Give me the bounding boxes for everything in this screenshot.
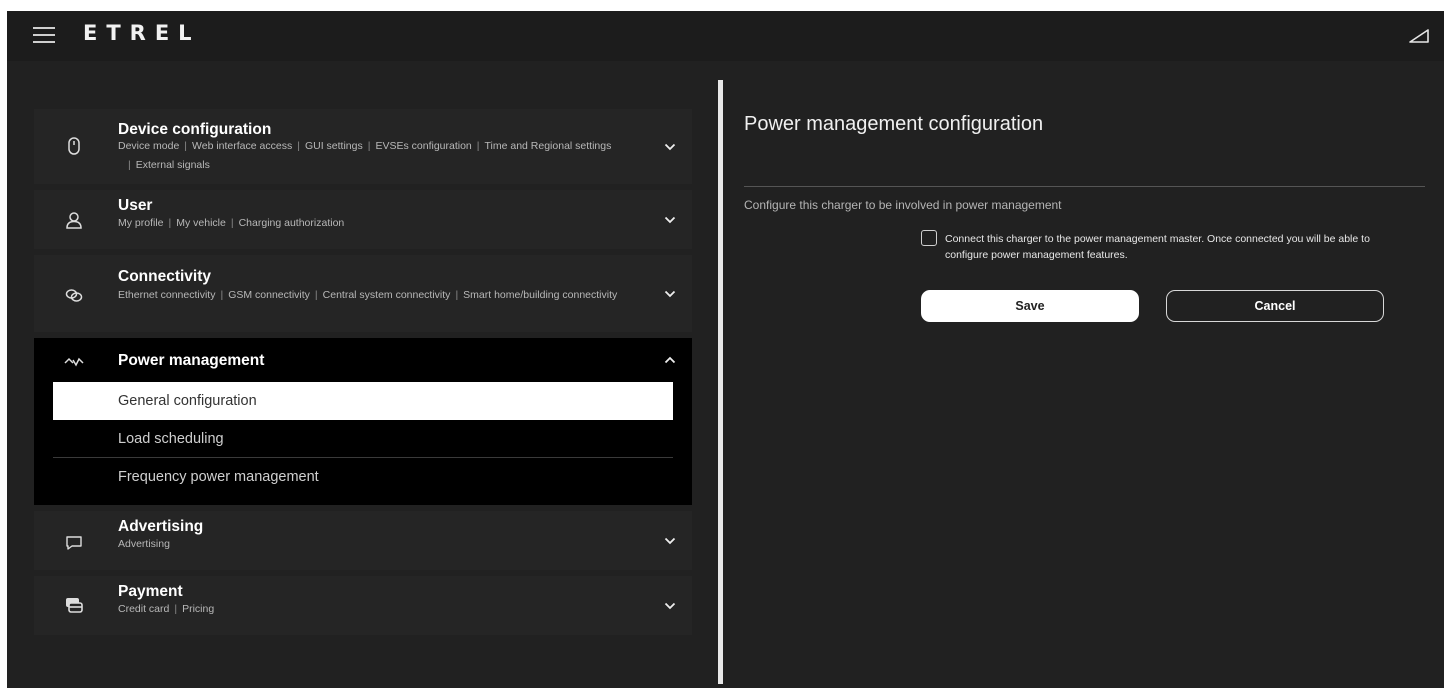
subitem-gsm-connectivity[interactable]: GSM connectivity xyxy=(228,289,310,301)
menu-item-frequency-power-management[interactable]: Frequency power management xyxy=(53,458,673,496)
subitem-time-regional-settings[interactable]: Time and Regional settings xyxy=(485,140,612,152)
top-bar: ETREL xyxy=(7,11,1444,61)
save-button[interactable]: Save xyxy=(921,290,1139,322)
title-divider xyxy=(744,186,1425,187)
section-title: User xyxy=(118,197,153,214)
power-wave-icon xyxy=(64,357,84,367)
subitem-my-vehicle[interactable]: My vehicle xyxy=(176,217,226,229)
menu-section-user[interactable]: User My profile | My vehicle | Charging auth… xyxy=(34,190,692,249)
section-subitems: Ethernet connectivity | GSM connectivity | C… xyxy=(118,289,618,301)
subitem-gui-settings[interactable]: GUI settings xyxy=(305,140,363,152)
settings-menu: Device configuration Device mode | Web int… xyxy=(34,109,692,641)
menu-item-general-configuration[interactable]: General configuration xyxy=(53,382,673,420)
subitem-web-interface-access[interactable]: Web interface access xyxy=(192,140,292,152)
menu-item-load-scheduling[interactable]: Load scheduling xyxy=(53,420,673,458)
card-icon xyxy=(66,598,83,613)
etrel-logo: ETREL xyxy=(83,21,201,45)
subitem-smart-home-building-connectivity[interactable]: Smart home/building connectivity xyxy=(463,289,617,301)
section-title: Connectivity xyxy=(118,268,212,285)
mouse-icon xyxy=(68,137,80,155)
link-icon xyxy=(65,289,83,302)
subitem-central-system-connectivity[interactable]: Central system connectivity xyxy=(323,289,451,301)
chevron-down-icon[interactable] xyxy=(664,290,676,298)
menu-section-advertising[interactable]: Advertising Advertising xyxy=(34,511,692,570)
subitem-evses-configuration[interactable]: EVSEs configuration xyxy=(375,140,471,152)
signal-icon[interactable] xyxy=(1408,27,1430,45)
subitem-charging-authorization[interactable]: Charging authorization xyxy=(239,217,345,229)
subitem-external-signals[interactable]: External signals xyxy=(136,159,210,171)
hamburger-icon[interactable] xyxy=(33,26,55,44)
connect-master-checkbox-label[interactable]: Connect this charger to the power manage… xyxy=(945,231,1415,263)
subitem-advertising[interactable]: Advertising xyxy=(118,538,170,550)
menu-section-connectivity[interactable]: Connectivity Ethernet connectivity | GSM c… xyxy=(34,255,692,332)
subitem-pricing[interactable]: Pricing xyxy=(182,603,214,615)
section-subitems: Device mode | Web interface access | GUI set… xyxy=(118,140,612,171)
app-frame: ETREL Device configuration Device mode | W… xyxy=(7,11,1444,688)
section-subitems: My profile | My vehicle | Charging authoriza… xyxy=(118,217,345,229)
chevron-down-icon[interactable] xyxy=(664,537,676,545)
cancel-button[interactable]: Cancel xyxy=(1166,290,1384,322)
page-title: Power management configuration xyxy=(744,113,1044,135)
chevron-down-icon[interactable] xyxy=(664,143,676,151)
panel-description: Configure this charger to be involved in… xyxy=(744,198,1062,212)
section-subitems: Credit card | Pricing xyxy=(118,603,215,615)
message-icon xyxy=(66,536,82,550)
connect-master-checkbox[interactable] xyxy=(921,230,937,246)
section-subitems: Advertising xyxy=(118,535,170,554)
menu-section-payment[interactable]: Payment Credit card | Pricing xyxy=(34,576,692,635)
user-icon xyxy=(66,212,82,229)
subitem-credit-card[interactable]: Credit card xyxy=(118,603,169,615)
chevron-up-icon[interactable] xyxy=(664,356,676,364)
section-title: Payment xyxy=(118,583,183,600)
section-title: Advertising xyxy=(118,518,204,535)
menu-section-power-management[interactable]: Power management General configuration L… xyxy=(34,338,692,505)
menu-section-device-configuration[interactable]: Device configuration Device mode | Web int… xyxy=(34,109,692,184)
chevron-down-icon[interactable] xyxy=(664,602,676,610)
section-title: Power management xyxy=(118,352,265,369)
panel-divider xyxy=(718,80,723,684)
chevron-down-icon[interactable] xyxy=(664,216,676,224)
subitem-device-mode[interactable]: Device mode xyxy=(118,140,179,152)
subitem-ethernet-connectivity[interactable]: Ethernet connectivity xyxy=(118,289,215,301)
subitem-my-profile[interactable]: My profile xyxy=(118,217,164,229)
